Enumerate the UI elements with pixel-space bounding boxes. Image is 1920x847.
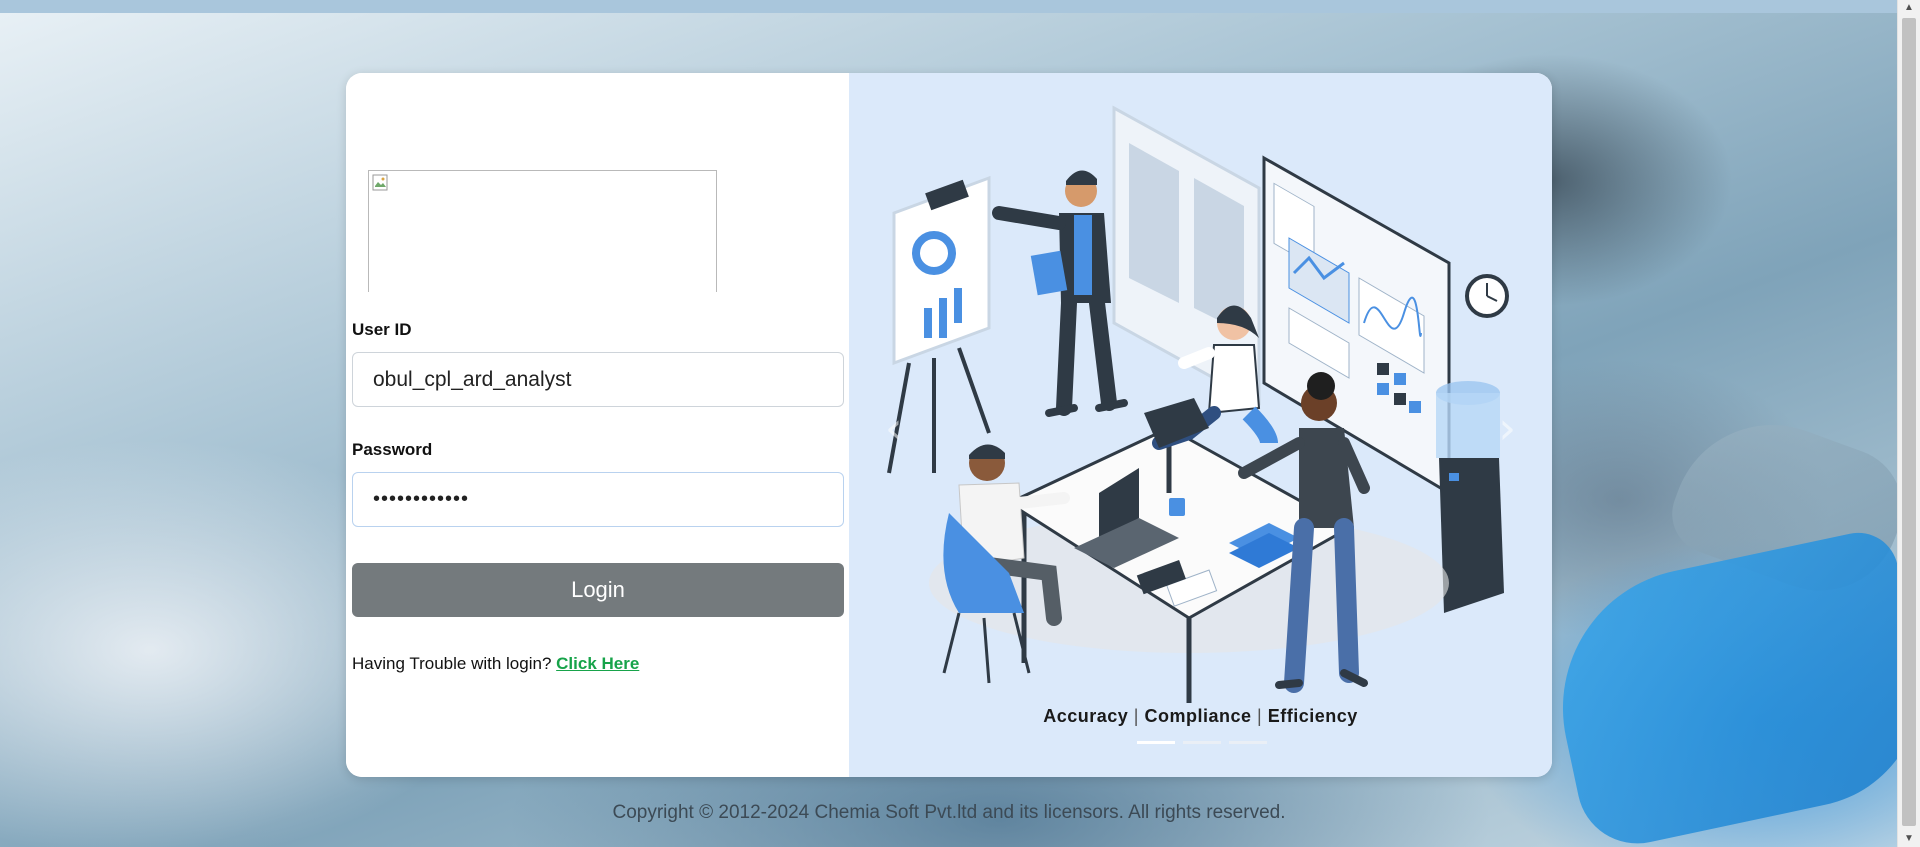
login-button[interactable]: Login [352,563,844,617]
user-id-input[interactable]: obul_cpl_ard_analyst [352,352,844,407]
login-help: Having Trouble with login? Click Here [352,654,639,674]
background-glove [1536,525,1898,847]
tagline-separator: | [1257,706,1263,726]
company-logo [368,170,717,292]
carousel-indicator-2[interactable] [1183,741,1221,744]
scroll-down-icon[interactable]: ▼ [1898,831,1920,847]
carousel-tagline: Accuracy | Compliance | Efficiency [849,706,1552,727]
tagline-efficiency: Efficiency [1267,706,1358,726]
carousel-next-icon[interactable]: › [1498,403,1516,454]
page-scrollbar[interactable]: ▲ ▼ [1897,0,1920,847]
copyright-footer: Copyright © 2012-2024 Chemia Soft Pvt.lt… [612,802,1286,823]
tagline-compliance: Compliance [1144,706,1252,726]
click-here-link[interactable]: Click Here [556,654,639,673]
carousel-prev-icon[interactable]: ‹ [885,403,903,454]
password-input[interactable]: •••••••••••• [352,472,844,527]
tagline-separator: | [1133,706,1139,726]
login-form-panel: User ID obul_cpl_ard_analyst Password ••… [346,73,849,777]
top-strip [0,0,1898,13]
password-label: Password [352,440,433,459]
tagline-accuracy: Accuracy [1043,706,1129,726]
login-help-text: Having Trouble with login? [352,654,552,673]
team-meeting-illustration [887,105,1509,703]
carousel-indicator-1[interactable] [1137,741,1175,744]
broken-image-icon [372,174,388,191]
scrollbar-thumb[interactable] [1902,18,1916,826]
scroll-up-icon[interactable]: ▲ [1898,0,1920,16]
carousel-indicators [1137,741,1267,744]
login-card: User ID obul_cpl_ard_analyst Password ••… [346,73,1552,777]
user-id-label: User ID [352,320,412,339]
carousel-panel: ‹ › Accuracy | Compliance | Efficiency [849,73,1552,777]
carousel-indicator-3[interactable] [1229,741,1267,744]
